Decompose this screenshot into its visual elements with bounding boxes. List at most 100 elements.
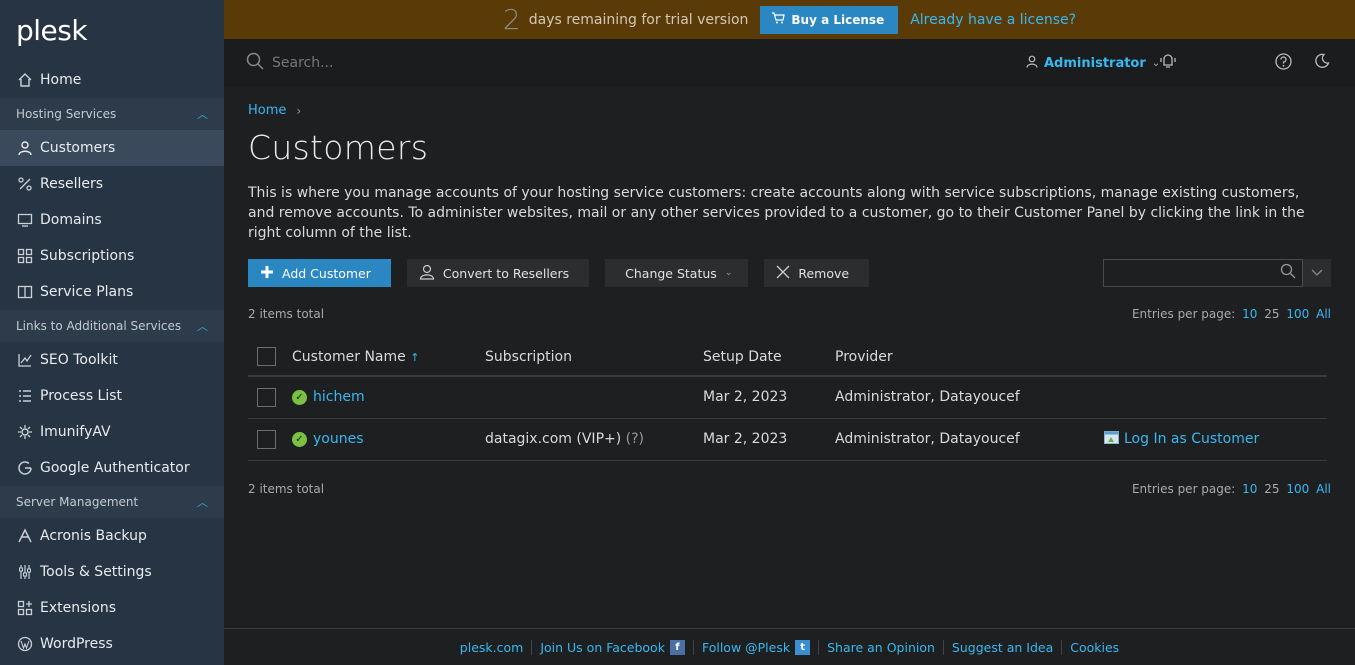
sidebar-item-google-authenticator[interactable]: Google Authenticator bbox=[0, 450, 224, 486]
convert-to-resellers-button[interactable]: Convert to Resellers bbox=[406, 259, 590, 287]
search-icon bbox=[246, 52, 264, 74]
buy-license-label: Buy a License bbox=[791, 12, 885, 27]
sidebar-item-process-list[interactable]: Process List bbox=[0, 378, 224, 414]
help-icon[interactable] bbox=[1275, 52, 1292, 74]
section-server-management[interactable]: Server Management ︿ bbox=[0, 486, 224, 518]
status-active-icon: ✓ bbox=[292, 389, 307, 405]
wordpress-icon bbox=[16, 635, 34, 653]
add-customer-button[interactable]: Add Customer bbox=[248, 259, 391, 287]
buy-license-button[interactable]: Buy a License bbox=[760, 5, 899, 34]
status-active-icon: ✓ bbox=[292, 431, 307, 447]
already-have-license-link[interactable]: Already have a license? bbox=[910, 12, 1076, 28]
per-page-all[interactable]: All bbox=[1316, 307, 1331, 321]
col-label: Provider bbox=[835, 348, 893, 365]
sidebar-item-label: WordPress bbox=[40, 636, 113, 652]
remove-label: Remove bbox=[798, 265, 850, 281]
facebook-icon: f bbox=[669, 639, 685, 655]
col-setup-date: Setup Date bbox=[703, 338, 835, 377]
footer: plesk.com Join Us on Facebook f Follow @P… bbox=[224, 628, 1355, 665]
plesk-logo[interactable]: plesk bbox=[0, 0, 224, 62]
select-all-checkbox[interactable] bbox=[257, 347, 276, 366]
per-page-10[interactable]: 10 bbox=[1242, 307, 1257, 321]
dark-mode-icon[interactable] bbox=[1314, 53, 1330, 73]
sliders-icon bbox=[16, 563, 34, 581]
sidebar: plesk Home Hosting Services ︿ Customers … bbox=[0, 0, 224, 665]
help-hint[interactable]: (?) bbox=[626, 431, 644, 447]
footer-opinion-link[interactable]: Share an Opinion bbox=[819, 639, 944, 655]
items-total: 2 items total bbox=[248, 307, 325, 321]
topbar-icons bbox=[1159, 39, 1330, 87]
col-customer-name[interactable]: Customer Name ↑ bbox=[292, 338, 485, 377]
row-checkbox[interactable] bbox=[257, 387, 276, 407]
footer-plesk-link[interactable]: plesk.com bbox=[452, 639, 533, 655]
remove-icon bbox=[776, 265, 790, 282]
trial-days-count: 2 bbox=[502, 3, 521, 36]
chevron-up-icon: ︿ bbox=[197, 108, 208, 121]
footer-label: plesk.com bbox=[459, 639, 524, 655]
filter-search-input[interactable] bbox=[1103, 259, 1303, 287]
sidebar-item-wordpress[interactable]: WordPress bbox=[0, 626, 224, 662]
sidebar-item-label: Home bbox=[40, 72, 82, 88]
sidebar-item-customers[interactable]: Customers bbox=[0, 130, 224, 166]
user-name: Administrator bbox=[1044, 55, 1146, 71]
sidebar-item-label: Domains bbox=[40, 212, 102, 228]
col-label: Customer Name bbox=[292, 348, 406, 365]
log-in-as-customer-link[interactable]: Log In as Customer bbox=[1104, 430, 1259, 448]
chart-icon bbox=[16, 351, 34, 369]
sidebar-item-resellers[interactable]: Resellers bbox=[0, 166, 224, 202]
actions-cell: Log In as Customer bbox=[1104, 418, 1327, 461]
section-links-additional[interactable]: Links to Additional Services ︿ bbox=[0, 310, 224, 342]
row-checkbox[interactable] bbox=[257, 429, 276, 449]
user-convert-icon bbox=[419, 264, 435, 283]
subscription-link[interactable]: datagix.com (VIP+) bbox=[485, 431, 621, 447]
sidebar-item-imunifyav[interactable]: ImunifyAV bbox=[0, 414, 224, 450]
entries-label: Entries per page: bbox=[1131, 307, 1236, 321]
sidebar-item-extensions[interactable]: Extensions bbox=[0, 590, 224, 626]
per-page-25: 25 bbox=[1264, 307, 1280, 321]
change-status-button[interactable]: Change Status ⌄ bbox=[605, 259, 749, 287]
global-search[interactable]: Search... bbox=[246, 52, 946, 74]
col-actions bbox=[1104, 338, 1327, 377]
sidebar-item-service-plans[interactable]: Service Plans bbox=[0, 274, 224, 310]
customers-table: Customer Name ↑ Subscription Setup Date … bbox=[248, 338, 1327, 461]
sidebar-item-label: Tools & Settings bbox=[40, 564, 152, 580]
per-page-10[interactable]: 10 bbox=[1242, 482, 1257, 496]
filter-dropdown-button[interactable] bbox=[1303, 259, 1331, 287]
per-page-all[interactable]: All bbox=[1316, 482, 1331, 496]
sidebar-item-seo-toolkit[interactable]: SEO Toolkit bbox=[0, 342, 224, 378]
sidebar-item-acronis-backup[interactable]: Acronis Backup bbox=[0, 518, 224, 554]
per-page-100[interactable]: 100 bbox=[1286, 307, 1309, 321]
footer-twitter-link[interactable]: Follow @Plesk t bbox=[694, 639, 820, 655]
footer-facebook-link[interactable]: Join Us on Facebook f bbox=[532, 639, 694, 655]
user-menu[interactable]: Administrator ⌄ bbox=[1026, 39, 1160, 87]
sidebar-item-label: Extensions bbox=[40, 600, 117, 616]
search-input[interactable]: Search... bbox=[272, 55, 333, 71]
search-icon bbox=[1280, 263, 1296, 283]
footer-label: Follow @Plesk bbox=[701, 639, 791, 655]
sidebar-item-domains[interactable]: Domains bbox=[0, 202, 224, 238]
breadcrumb-home-link[interactable]: Home bbox=[248, 103, 286, 118]
acronis-icon bbox=[16, 527, 34, 545]
sidebar-item-label: SEO Toolkit bbox=[40, 352, 118, 368]
monitor-icon bbox=[16, 211, 34, 229]
entries-per-page: Entries per page: 10 25 100 All bbox=[1132, 307, 1331, 321]
page-title: Customers bbox=[248, 128, 429, 167]
customer-name-link[interactable]: hichem bbox=[313, 389, 365, 405]
setup-date-cell: Mar 2, 2023 bbox=[703, 418, 835, 461]
chevron-up-icon: ︿ bbox=[197, 496, 208, 509]
brand-text: plesk bbox=[16, 14, 88, 47]
footer-label: Join Us on Facebook bbox=[540, 639, 665, 655]
notifications-icon[interactable] bbox=[1159, 53, 1177, 73]
remove-button[interactable]: Remove bbox=[764, 259, 870, 287]
entries-label: Entries per page: bbox=[1131, 481, 1236, 496]
footer-cookies-link[interactable]: Cookies bbox=[1062, 640, 1127, 655]
chevron-right-icon: › bbox=[296, 103, 302, 118]
sidebar-item-home[interactable]: Home bbox=[0, 62, 224, 98]
per-page-100[interactable]: 100 bbox=[1286, 482, 1309, 496]
footer-idea-link[interactable]: Suggest an Idea bbox=[944, 639, 1063, 655]
sidebar-item-tools-settings[interactable]: Tools & Settings bbox=[0, 554, 224, 590]
cart-icon bbox=[772, 12, 786, 27]
section-hosting-services[interactable]: Hosting Services ︿ bbox=[0, 98, 224, 130]
sidebar-item-subscriptions[interactable]: Subscriptions bbox=[0, 238, 224, 274]
customer-name-link[interactable]: younes bbox=[313, 431, 364, 447]
